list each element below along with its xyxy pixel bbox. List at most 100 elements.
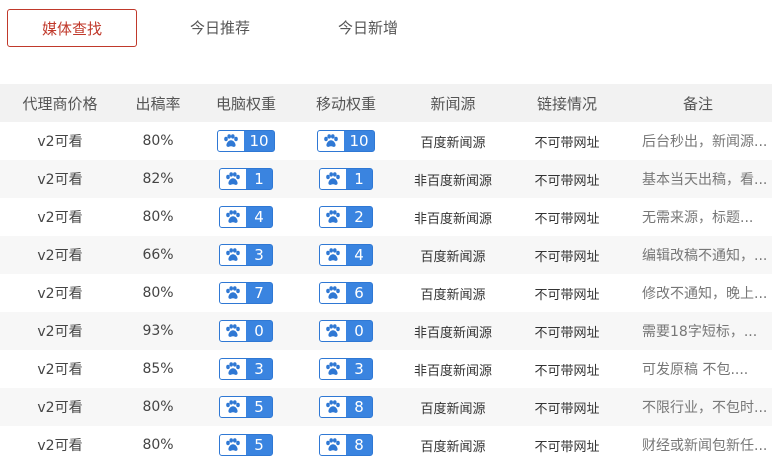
paw-icon [226, 362, 240, 375]
cell-rate: 80% [142, 399, 174, 415]
mobile-weight-badge: 2 [319, 206, 373, 228]
pc-weight-badge: 7 [219, 282, 273, 304]
cell-mobile-weight: 2 [296, 198, 396, 236]
cell-note[interactable]: 无需来源，标题... [624, 198, 772, 236]
table-row[interactable]: v2可看 80% 5 8 百度新闻源 不可带网址 财经或新闻包新任... [0, 426, 772, 458]
paw-icon [220, 435, 246, 455]
cell-pc-weight: 7 [196, 274, 296, 312]
paw-icon [220, 169, 246, 189]
table-row[interactable]: v2可看 85% 3 3 非百度新闻源 不可带网址 可发原稿 不包.... [0, 350, 772, 388]
tab-media-search[interactable]: 媒体查找 [7, 9, 137, 47]
cell-mobile-weight: 3 [296, 350, 396, 388]
cell-note[interactable]: 财经或新闻包新任... [624, 426, 772, 458]
paw-icon [226, 324, 240, 337]
cell-link: 不可带网址 [534, 325, 600, 341]
mobile-weight-value: 1 [346, 169, 372, 189]
paw-icon [324, 134, 339, 147]
cell-note[interactable]: 编辑改稿不通知，... [624, 236, 772, 274]
paw-icon [320, 169, 346, 189]
pc-weight-value: 3 [246, 245, 272, 265]
cell-note[interactable]: 需要18字短标，... [624, 312, 772, 350]
cell-price: v2可看 [37, 362, 83, 378]
pc-weight-value: 10 [244, 131, 274, 151]
cell-price: v2可看 [37, 286, 83, 302]
cell-pc-weight: 1 [196, 160, 296, 198]
tab-today-recommend[interactable]: 今日推荐 [155, 9, 285, 47]
cell-note[interactable]: 可发原稿 不包.... [624, 350, 772, 388]
cell-mobile-weight: 8 [296, 388, 396, 426]
cell-mobile-weight: 4 [296, 236, 396, 274]
cell-pc-weight: 5 [196, 426, 296, 458]
cell-link: 不可带网址 [534, 363, 600, 379]
table-row[interactable]: v2可看 93% 0 0 非百度新闻源 不可带网址 需要18字短标，... [0, 312, 772, 350]
cell-news-source: 百度新闻源 [420, 135, 486, 151]
cell-rate: 66% [142, 247, 174, 263]
media-search-page: 媒体查找 今日推荐 今日新增 代理商价格 出稿率 电脑权重 移动权重 新闻源 链… [0, 0, 772, 458]
mobile-weight-value: 4 [346, 245, 372, 265]
cell-news-source: 非百度新闻源 [413, 173, 492, 189]
header-link[interactable]: 链接情况 [510, 84, 624, 122]
pc-weight-badge: 10 [217, 130, 275, 152]
cell-pc-weight: 3 [196, 350, 296, 388]
paw-icon [318, 131, 345, 151]
mobile-weight-badge: 8 [319, 396, 373, 418]
cell-price: v2可看 [37, 438, 83, 454]
cell-mobile-weight: 1 [296, 160, 396, 198]
paw-icon [226, 210, 240, 223]
paw-icon [326, 248, 340, 261]
header-mobile-weight[interactable]: 移动权重 [296, 84, 396, 122]
pc-weight-badge: 4 [219, 206, 273, 228]
media-table: 代理商价格 出稿率 电脑权重 移动权重 新闻源 链接情况 备注 v2可看 80% 1… [0, 84, 772, 458]
table-row[interactable]: v2可看 66% 3 4 百度新闻源 不可带网址 编辑改稿不通知，... [0, 236, 772, 274]
cell-price: v2可看 [37, 324, 83, 340]
paw-icon [224, 134, 239, 147]
pc-weight-badge: 3 [219, 358, 273, 380]
cell-pc-weight: 10 [196, 122, 296, 160]
header-price[interactable]: 代理商价格 [0, 84, 120, 122]
table-row[interactable]: v2可看 80% 7 6 百度新闻源 不可带网址 修改不通知，晚上... [0, 274, 772, 312]
pc-weight-badge: 5 [219, 434, 273, 456]
cell-link: 不可带网址 [534, 287, 600, 303]
cell-pc-weight: 5 [196, 388, 296, 426]
cell-pc-weight: 3 [196, 236, 296, 274]
tab-today-new[interactable]: 今日新增 [303, 9, 433, 47]
header-rate[interactable]: 出稿率 [120, 84, 196, 122]
table-row[interactable]: v2可看 80% 5 8 百度新闻源 不可带网址 不限行业，不包时... [0, 388, 772, 426]
header-note[interactable]: 备注 [624, 84, 772, 122]
cell-news-source: 百度新闻源 [420, 439, 486, 455]
table-row[interactable]: v2可看 80% 10 10 百度新闻源 不可带网址 后台秒出，新闻源... [0, 122, 772, 160]
cell-mobile-weight: 0 [296, 312, 396, 350]
paw-icon [320, 359, 346, 379]
mobile-weight-value: 8 [346, 397, 372, 417]
pc-weight-badge: 5 [219, 396, 273, 418]
paw-icon [326, 172, 340, 185]
cell-link: 不可带网址 [534, 211, 600, 227]
paw-icon [220, 245, 246, 265]
table-row[interactable]: v2可看 82% 1 1 非百度新闻源 不可带网址 基本当天出稿，看... [0, 160, 772, 198]
paw-icon [326, 324, 340, 337]
cell-note[interactable]: 不限行业，不包时... [624, 388, 772, 426]
header-news-source[interactable]: 新闻源 [396, 84, 510, 122]
cell-news-source: 非百度新闻源 [413, 325, 492, 341]
cell-price: v2可看 [37, 210, 83, 226]
table-row[interactable]: v2可看 80% 4 2 非百度新闻源 不可带网址 无需来源，标题... [0, 198, 772, 236]
mobile-weight-value: 10 [344, 131, 374, 151]
cell-news-source: 非百度新闻源 [413, 363, 492, 379]
cell-rate: 85% [142, 361, 174, 377]
paw-icon [326, 362, 340, 375]
mobile-weight-badge: 6 [319, 282, 373, 304]
mobile-weight-value: 2 [346, 207, 372, 227]
paw-icon [220, 397, 246, 417]
cell-price: v2可看 [37, 134, 83, 150]
paw-icon [218, 131, 245, 151]
paw-icon [326, 438, 340, 451]
cell-note[interactable]: 后台秒出，新闻源... [624, 122, 772, 160]
pc-weight-value: 5 [246, 435, 272, 455]
cell-news-source: 百度新闻源 [420, 287, 486, 303]
cell-price: v2可看 [37, 172, 83, 188]
paw-icon [320, 245, 346, 265]
paw-icon [320, 435, 346, 455]
cell-note[interactable]: 基本当天出稿，看... [624, 160, 772, 198]
header-pc-weight[interactable]: 电脑权重 [196, 84, 296, 122]
cell-note[interactable]: 修改不通知，晚上... [624, 274, 772, 312]
